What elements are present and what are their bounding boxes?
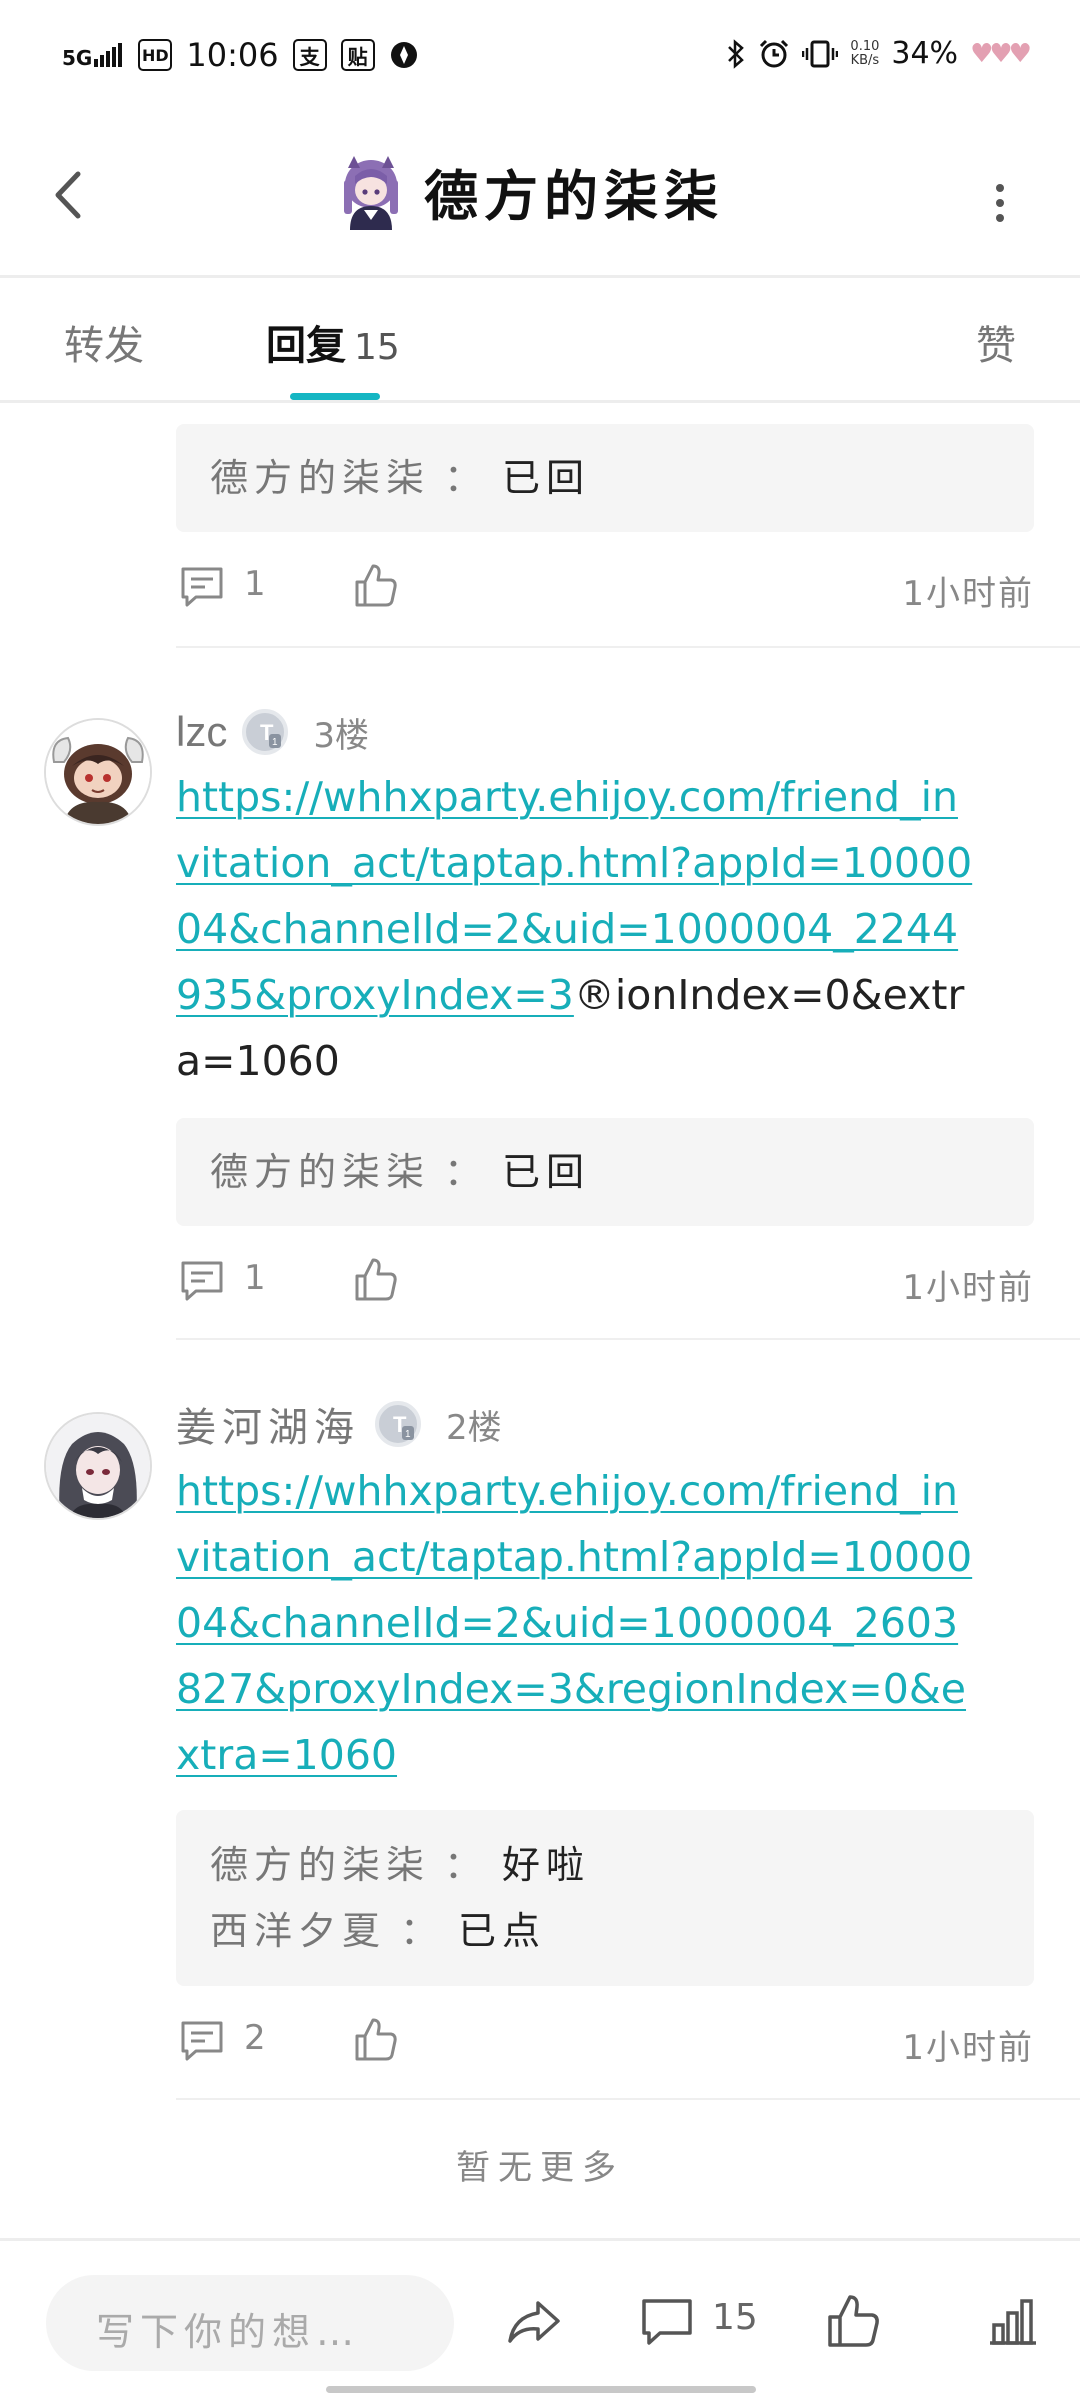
- sub-reply-author[interactable]: 德方的柒柒: [210, 1843, 430, 1887]
- sub-reply-text: 已回: [502, 456, 591, 500]
- user-avatar-small: [344, 155, 398, 230]
- reply-actions: 1 1小时前: [176, 560, 1034, 620]
- home-indicator[interactable]: [326, 2386, 756, 2393]
- tab-bar: 转发 回复 15 赞: [0, 275, 1080, 403]
- avatar[interactable]: [44, 1412, 152, 1520]
- avatar-image: [46, 1414, 150, 1518]
- sub-reply-box[interactable]: 德方的柒柒：好啦 西洋夕夏：已点: [176, 1810, 1034, 1986]
- title-group: 德方的柒柒: [336, 152, 724, 231]
- reply-content: https://whhxparty.ehijoy.com/friend_invi…: [176, 764, 976, 1094]
- clock: 10:06: [186, 36, 279, 74]
- signal-indicator: 5G: [62, 43, 124, 70]
- back-arrow-icon[interactable]: [40, 160, 100, 230]
- thumbs-up-icon[interactable]: [826, 2293, 880, 2349]
- top-nav-bar: 德方的柒柒: [0, 110, 1080, 278]
- status-bar: 5G HD 10:06 支 贴 0.10 KB/s 34% ♥♥♥: [0, 0, 1080, 110]
- avatar[interactable]: [44, 718, 152, 826]
- network-type: 5G: [62, 46, 93, 70]
- reply-time: 1小时前: [902, 1268, 1034, 1308]
- signal-bars-icon: [94, 43, 123, 67]
- comment-count: 2: [244, 2018, 266, 2058]
- sub-reply-author[interactable]: 西洋夕夏: [210, 1909, 386, 1953]
- thumbs-up-icon[interactable]: [354, 562, 398, 608]
- svg-text:1: 1: [272, 737, 278, 748]
- stats-chart-icon[interactable]: [986, 2297, 1040, 2347]
- hd-icon: HD: [138, 39, 173, 71]
- reply-actions: 2 1小时前: [176, 2014, 1034, 2074]
- reply-header: 姜河湖海 T1 2楼: [176, 1396, 502, 1452]
- reply-divider: [176, 2098, 1080, 2100]
- reply-time: 1小时前: [902, 2028, 1034, 2068]
- tab-reply-count: 15: [354, 327, 400, 368]
- floor-number: 2楼: [446, 1407, 502, 1448]
- comment-icon[interactable]: [180, 2020, 224, 2062]
- reply-divider: [176, 1338, 1080, 1340]
- no-more-label: 暂无更多: [456, 2148, 624, 2188]
- taptap-badge-icon: T1: [242, 709, 289, 755]
- more-options-icon[interactable]: [980, 168, 1020, 238]
- comment-icon[interactable]: [180, 566, 224, 608]
- tab-forward[interactable]: 转发: [64, 313, 144, 371]
- active-tab-indicator: [290, 393, 380, 400]
- status-left: 5G HD 10:06 支 贴: [62, 36, 419, 74]
- reply-actions: 1 1小时前: [176, 1254, 1034, 1314]
- alarm-icon: [760, 39, 789, 67]
- thumbs-up-icon[interactable]: [354, 2016, 398, 2062]
- pay-icon: 支: [292, 39, 327, 71]
- sub-reply-text: 已点: [458, 1909, 547, 1953]
- avatar-image: [46, 720, 150, 824]
- battery-level: 34%: [891, 36, 959, 71]
- sub-reply-author[interactable]: 德方的柒柒: [210, 456, 430, 500]
- bottom-action-bar: 写下你的想… 15: [0, 2238, 1080, 2403]
- tab-like[interactable]: 赞: [976, 313, 1016, 371]
- sub-reply-author[interactable]: 德方的柒柒: [210, 1150, 430, 1194]
- thumbs-up-icon[interactable]: [354, 1256, 398, 1302]
- compose-input[interactable]: 写下你的想…: [46, 2275, 454, 2371]
- sub-reply-box[interactable]: 德方的柒柒：已回: [176, 1118, 1034, 1226]
- reply-time: 1小时前: [902, 574, 1034, 614]
- sub-reply-box[interactable]: 德方的柒柒：已回: [176, 424, 1034, 532]
- sub-reply: 德方的柒柒：好啦: [210, 1843, 591, 1887]
- compose-placeholder: 写下你的想…: [96, 2310, 361, 2354]
- net-speed: 0.10 KB/s: [850, 38, 880, 68]
- sub-reply: 德方的柒柒：已回: [210, 1150, 591, 1194]
- floor-number: 3楼: [313, 715, 369, 756]
- app-notification-icon: [390, 42, 417, 68]
- sub-reply-text: 已回: [502, 1150, 591, 1194]
- comment-total: 15: [712, 2297, 758, 2338]
- tab-reply[interactable]: 回复 15: [266, 313, 400, 371]
- bluetooth-icon: [728, 38, 745, 69]
- username[interactable]: lzc: [176, 708, 227, 756]
- reply-divider: [176, 646, 1080, 648]
- reply-header: lzc T1 3楼: [176, 704, 369, 760]
- svg-text:1: 1: [405, 1429, 411, 1440]
- invitation-link[interactable]: https://whhxparty.ehijoy.com/friend_invi…: [176, 1467, 972, 1779]
- tab-reply-label: 回复: [266, 323, 346, 369]
- share-icon[interactable]: [504, 2297, 564, 2347]
- vibrate-icon: [802, 40, 839, 67]
- comment-count: 1: [244, 1258, 266, 1298]
- sub-reply: 德方的柒柒：已回: [210, 456, 591, 500]
- comment-icon[interactable]: [180, 1260, 224, 1302]
- comment-count: 1: [244, 564, 266, 604]
- paste-icon: 贴: [340, 39, 375, 71]
- comment-icon[interactable]: [640, 2297, 694, 2347]
- heart-decoration-icon: ♥♥♥: [970, 38, 1032, 69]
- reply-content: https://whhxparty.ehijoy.com/friend_invi…: [176, 1458, 976, 1788]
- status-right: 0.10 KB/s 34% ♥♥♥: [726, 36, 1032, 71]
- page-title: 德方的柒柒: [424, 164, 724, 228]
- sub-reply: 西洋夕夏：已点: [210, 1909, 547, 1953]
- taptap-badge-icon: T1: [375, 1401, 421, 1447]
- username[interactable]: 姜河湖海: [176, 1395, 360, 1453]
- sub-reply-text: 好啦: [502, 1843, 591, 1887]
